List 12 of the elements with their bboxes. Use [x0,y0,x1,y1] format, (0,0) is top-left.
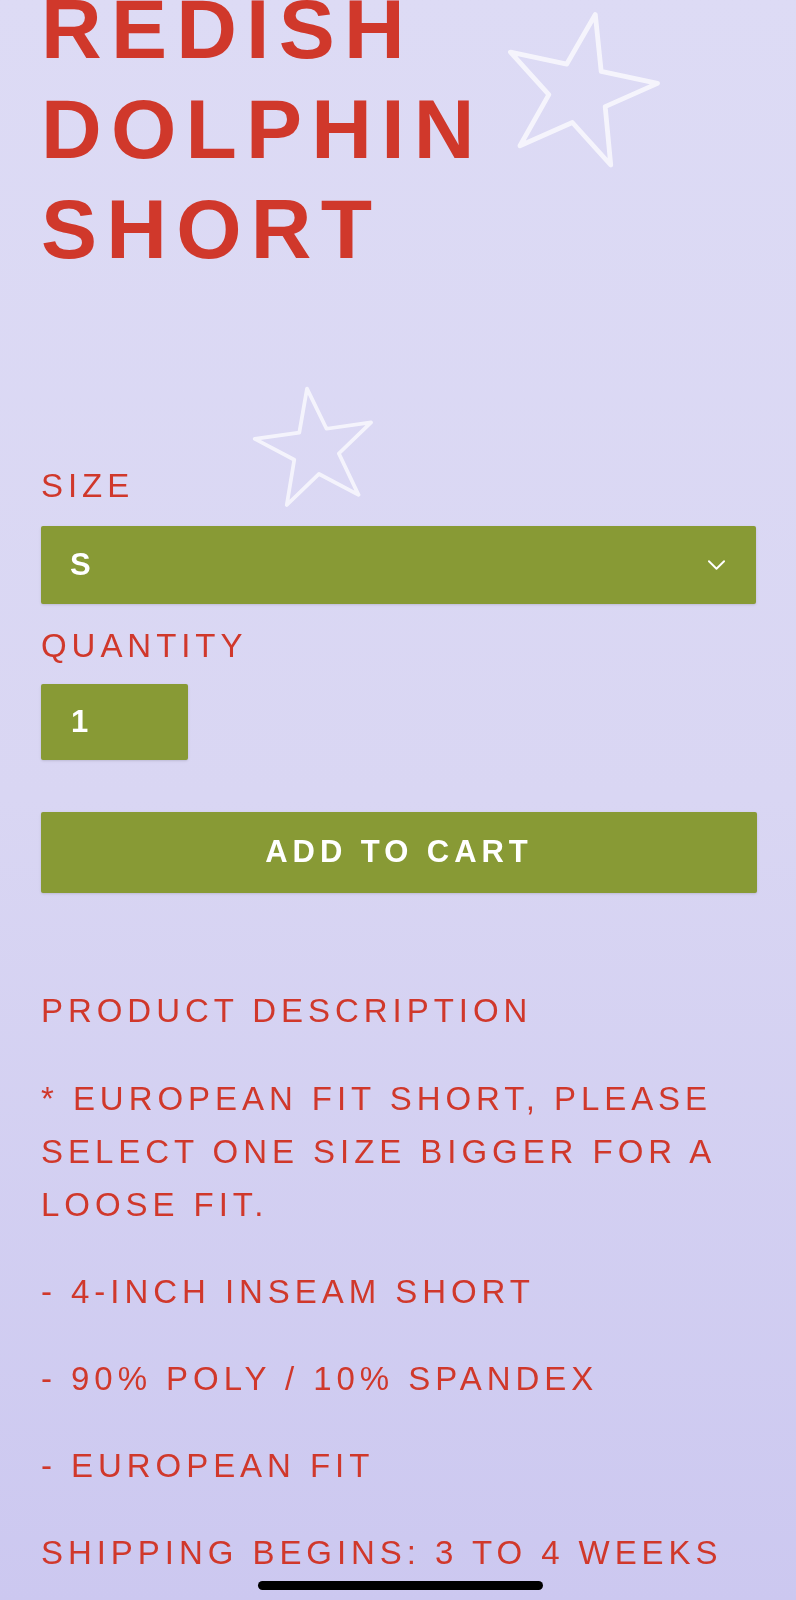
description-text: - EUROPEAN FIT [41,1446,375,1486]
size-select[interactable]: S [41,526,756,604]
description-text: SHIPPING BEGINS: 3 TO 4 WEEKS [41,1533,723,1573]
description-text: - 90% POLY / 10% SPANDEX [41,1359,599,1399]
description-heading: PRODUCT DESCRIPTION [41,991,533,1031]
size-label: SIZE [41,468,135,504]
description-text: * EUROPEAN FIT SHORT, PLEASE SELECT ONE SIZE BIGGER FOR A LOOSE FIT. [41,1079,716,1225]
quantity-label: QUANTITY [41,628,248,664]
chevron-down-icon [708,560,725,570]
quantity-field[interactable]: 1 [41,684,188,760]
add-to-cart-button[interactable]: ADD TO CART [41,812,757,893]
description-text: - 4-INCH INSEAM SHORT [41,1272,535,1312]
